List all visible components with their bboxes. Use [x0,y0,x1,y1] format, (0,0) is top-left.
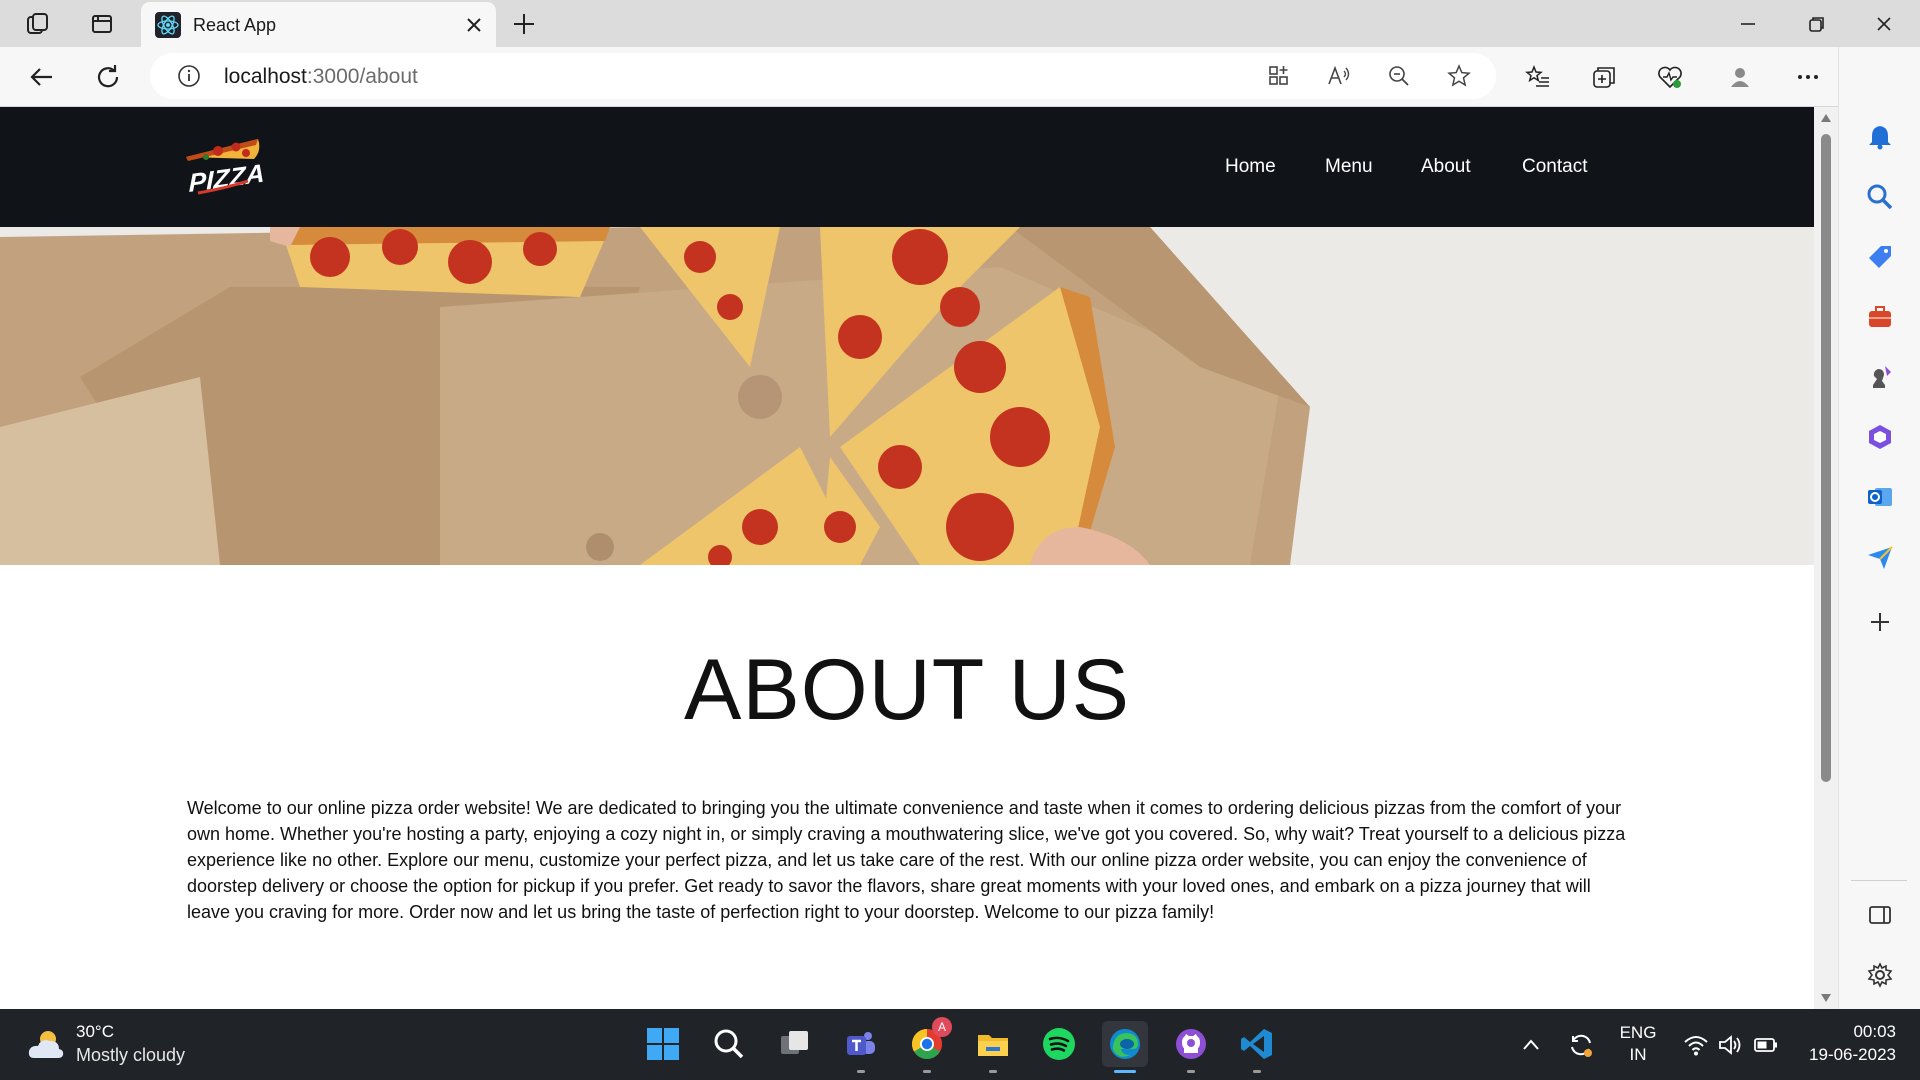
workspaces-icon[interactable] [24,10,52,38]
browser-tab-bar: React App [0,0,1920,47]
volume-icon[interactable] [1716,1031,1744,1059]
restore-icon[interactable] [1802,10,1830,38]
minimize-icon[interactable] [1734,10,1762,38]
shopping-tag-icon[interactable] [1865,242,1895,272]
scroll-up-arrow-icon[interactable] [1820,113,1832,123]
new-tab-icon[interactable] [510,10,538,38]
read-aloud-icon[interactable] [1326,63,1352,89]
scrollbar-thumb[interactable] [1821,134,1831,782]
sync-update-icon[interactable] [1566,1030,1596,1060]
collections-icon[interactable] [1590,63,1618,91]
chrome-running-indicator [923,1070,931,1073]
weather-description[interactable]: Mostly cloudy [76,1045,185,1066]
sidebar-divider [1851,880,1907,881]
react-favicon-icon [155,12,181,38]
vscode-icon [1241,1029,1272,1059]
chrome-app-button[interactable]: A [904,1017,952,1073]
favorite-star-icon[interactable] [1446,63,1472,89]
edge-app-button[interactable] [1102,1021,1148,1073]
teams-icon [847,1032,875,1055]
scroll-down-arrow-icon[interactable] [1820,993,1832,1003]
tools-briefcase-icon[interactable] [1865,302,1895,332]
start-button[interactable] [640,1021,686,1067]
task-view-icon [781,1031,808,1054]
browser-essentials-icon[interactable] [1656,63,1684,91]
taskbar-search-button[interactable] [706,1021,752,1067]
sidebar-search-icon[interactable] [1865,182,1895,212]
edge-active-indicator [1114,1070,1136,1073]
tab-title: React App [193,15,277,35]
weather-temperature[interactable]: 30°C [76,1022,114,1042]
address-bar[interactable]: localhost:3000/about [150,53,1496,99]
browser-toolbar: localhost:3000/about [0,47,1920,107]
spotify-app-button[interactable] [1036,1021,1082,1067]
folder-icon [978,1035,1008,1056]
language-indicator-line1[interactable]: ENG [1614,1023,1662,1043]
page-viewport: PIZZA Home Menu About Contact ABOUT US W… [0,107,1814,1009]
browser-tab-active[interactable]: React App [141,2,496,47]
clock-date[interactable]: 19-06-2023 [1796,1045,1896,1065]
url-text[interactable]: localhost:3000/about [224,65,418,89]
show-hidden-icons-chevron-icon[interactable] [1520,1034,1542,1056]
nav-link-about[interactable]: About [1421,156,1471,178]
teams-app-button[interactable] [838,1021,884,1073]
outlook-icon[interactable] [1865,482,1895,512]
task-view-button[interactable] [772,1021,818,1067]
profile-avatar-icon[interactable] [1726,63,1754,91]
site-navbar: PIZZA Home Menu About Contact [0,107,1814,227]
battery-icon[interactable] [1752,1031,1780,1059]
favorites-list-icon[interactable] [1524,63,1552,91]
microsoft-365-icon[interactable] [1865,422,1895,452]
app-available-icon[interactable] [1266,63,1292,89]
zoom-out-icon[interactable] [1386,63,1412,89]
github-running-indicator [1187,1070,1195,1073]
url-host: localhost [224,65,307,88]
page-title: ABOUT US [683,642,1131,738]
chrome-profile-badge: A [932,1017,952,1037]
page-scrollbar[interactable] [1814,107,1838,1009]
weather-cloud-icon[interactable] [26,1028,66,1062]
explorer-running-indicator [989,1070,997,1073]
github-desktop-button[interactable] [1168,1021,1214,1073]
site-info-icon[interactable] [176,63,202,89]
hide-sidebar-icon[interactable] [1865,900,1895,930]
refresh-icon[interactable] [92,61,124,93]
more-menu-icon[interactable] [1794,63,1822,91]
hero-pizza-image [0,227,1814,565]
windows-logo-icon [647,1028,679,1060]
teams-running-indicator [857,1070,865,1073]
tab-actions-icon[interactable] [88,10,116,38]
edge-sidebar [1838,47,1920,1009]
notifications-bell-icon[interactable] [1865,122,1895,152]
pizza-logo[interactable]: PIZZA [178,131,266,203]
sidebar-settings-gear-icon[interactable] [1865,960,1895,990]
back-arrow-icon[interactable] [26,61,58,93]
language-indicator-line2[interactable]: IN [1614,1045,1662,1065]
send-plane-icon[interactable] [1865,542,1895,572]
spotify-icon [1043,1028,1075,1060]
search-icon [714,1029,744,1059]
nav-link-contact[interactable]: Contact [1522,156,1587,178]
add-sidebar-app-icon[interactable] [1865,607,1895,637]
nav-link-menu[interactable]: Menu [1325,156,1373,178]
url-path: :3000/about [306,65,418,88]
about-paragraph: Welcome to our online pizza order websit… [187,798,1626,922]
vscode-app-button[interactable] [1234,1021,1280,1073]
vscode-running-indicator [1253,1070,1261,1073]
clock-time[interactable]: 00:03 [1800,1022,1896,1042]
nav-link-home[interactable]: Home [1225,156,1276,178]
games-chess-icon[interactable] [1865,362,1895,392]
close-window-icon[interactable] [1870,10,1898,38]
file-explorer-button[interactable] [970,1021,1016,1073]
close-tab-icon[interactable] [462,13,486,37]
github-icon [1176,1029,1206,1059]
wifi-icon[interactable] [1682,1031,1710,1059]
edge-icon [1110,1029,1140,1059]
windows-taskbar: 30°C Mostly cloudy A ENG IN 00:03 19-06-… [0,1009,1920,1080]
